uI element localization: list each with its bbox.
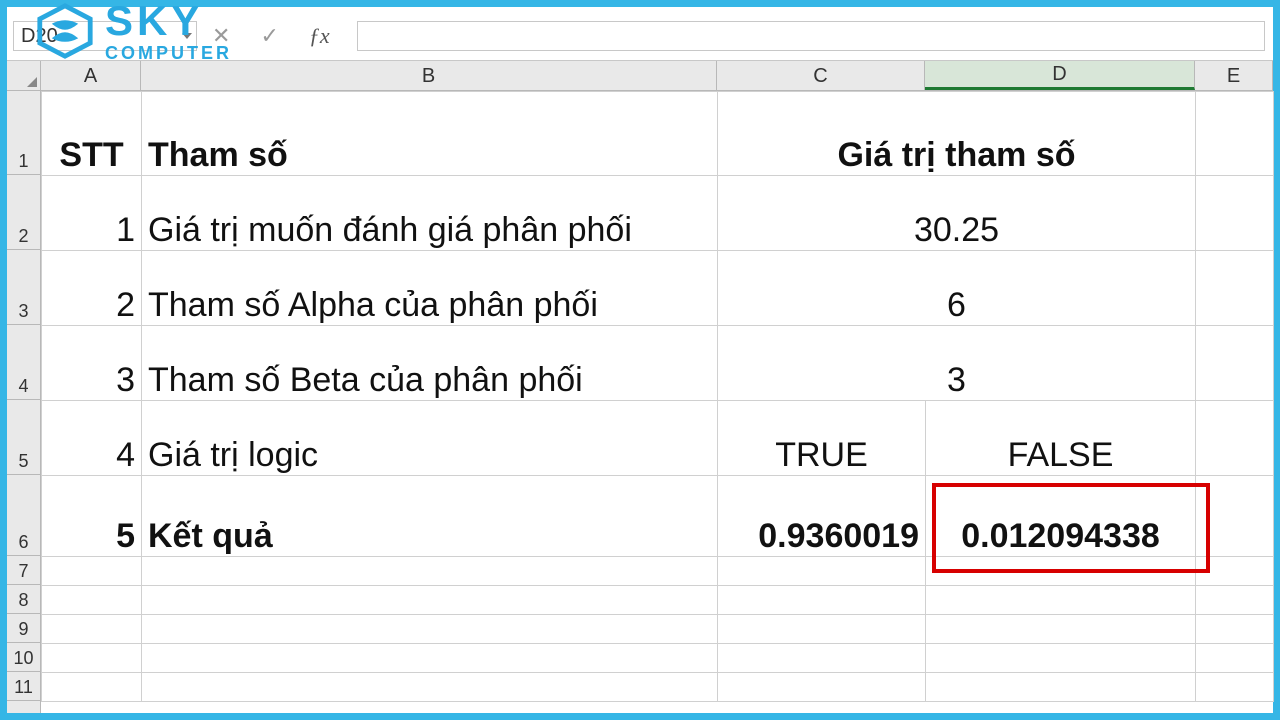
- row-header-7[interactable]: 7: [7, 556, 40, 585]
- cell-C7[interactable]: [718, 557, 926, 586]
- row-header-1[interactable]: 1: [7, 91, 40, 175]
- name-box-value: D20: [21, 25, 58, 48]
- row-header-10[interactable]: 10: [7, 643, 40, 672]
- cell-D8[interactable]: [926, 586, 1196, 615]
- cell-C6[interactable]: 0.9360019: [718, 476, 926, 557]
- cells-area[interactable]: STT Tham số Giá trị tham số 1 Giá trị mu…: [41, 91, 1274, 713]
- cell-B2[interactable]: Giá trị muốn đánh giá phân phối: [142, 176, 718, 251]
- cell-D10[interactable]: [926, 644, 1196, 673]
- cell-B8[interactable]: [142, 586, 718, 615]
- cell-E5[interactable]: [1196, 401, 1274, 476]
- cell-E4[interactable]: [1196, 326, 1274, 401]
- cell-B3[interactable]: Tham số Alpha của phân phối: [142, 251, 718, 326]
- cell-A1[interactable]: STT: [42, 92, 142, 176]
- cell-A7[interactable]: [42, 557, 142, 586]
- cell-C5[interactable]: TRUE: [718, 401, 926, 476]
- cell-E2[interactable]: [1196, 176, 1274, 251]
- col-header-B[interactable]: B: [141, 61, 717, 90]
- cell-A3[interactable]: 2: [42, 251, 142, 326]
- cell-E9[interactable]: [1196, 615, 1274, 644]
- cell-D9[interactable]: [926, 615, 1196, 644]
- cell-A4[interactable]: 3: [42, 326, 142, 401]
- row-header-4[interactable]: 4: [7, 325, 40, 400]
- cell-D7[interactable]: [926, 557, 1196, 586]
- cell-B11[interactable]: [142, 673, 718, 702]
- insert-function-icon[interactable]: ƒx: [309, 23, 330, 49]
- row-header-11[interactable]: 11: [7, 672, 40, 701]
- spreadsheet-grid[interactable]: STT Tham số Giá trị tham số 1 Giá trị mu…: [41, 91, 1274, 702]
- cell-B7[interactable]: [142, 557, 718, 586]
- row-headers: 1 2 3 4 5 6 7 8 9 10 11: [7, 91, 41, 713]
- row-header-3[interactable]: 3: [7, 250, 40, 325]
- cell-E7[interactable]: [1196, 557, 1274, 586]
- cell-D11[interactable]: [926, 673, 1196, 702]
- cell-A9[interactable]: [42, 615, 142, 644]
- cell-E3[interactable]: [1196, 251, 1274, 326]
- cell-B5[interactable]: Giá trị logic: [142, 401, 718, 476]
- cell-A10[interactable]: [42, 644, 142, 673]
- cell-A5[interactable]: 4: [42, 401, 142, 476]
- col-header-E[interactable]: E: [1195, 61, 1273, 90]
- column-headers: A B C D E: [7, 61, 1273, 91]
- row-header-6[interactable]: 6: [7, 475, 40, 556]
- cell-B10[interactable]: [142, 644, 718, 673]
- cell-E11[interactable]: [1196, 673, 1274, 702]
- cell-CD3[interactable]: 6: [718, 251, 1196, 326]
- cell-E6[interactable]: [1196, 476, 1274, 557]
- row-header-8[interactable]: 8: [7, 585, 40, 614]
- formula-bar-buttons: ✕ ✓ ƒx: [212, 21, 330, 51]
- cancel-icon[interactable]: ✕: [212, 23, 230, 49]
- formula-bar: D20 ✕ ✓ ƒx SKY COMPUTER: [7, 7, 1273, 61]
- cell-B4[interactable]: Tham số Beta của phân phối: [142, 326, 718, 401]
- name-box[interactable]: D20: [13, 21, 197, 51]
- col-header-C[interactable]: C: [717, 61, 925, 90]
- cell-C8[interactable]: [718, 586, 926, 615]
- col-header-A[interactable]: A: [41, 61, 141, 90]
- cell-E1[interactable]: [1196, 92, 1274, 176]
- cell-A11[interactable]: [42, 673, 142, 702]
- cell-A6[interactable]: 5: [42, 476, 142, 557]
- cell-D6[interactable]: 0.012094338: [926, 476, 1196, 557]
- cell-C9[interactable]: [718, 615, 926, 644]
- cell-E10[interactable]: [1196, 644, 1274, 673]
- cell-A2[interactable]: 1: [42, 176, 142, 251]
- cell-E8[interactable]: [1196, 586, 1274, 615]
- cell-A8[interactable]: [42, 586, 142, 615]
- row-header-9[interactable]: 9: [7, 614, 40, 643]
- cell-CD4[interactable]: 3: [718, 326, 1196, 401]
- cell-C11[interactable]: [718, 673, 926, 702]
- cell-B6[interactable]: Kết quả: [142, 476, 718, 557]
- cell-B1[interactable]: Tham số: [142, 92, 718, 176]
- cell-CD1[interactable]: Giá trị tham số: [718, 92, 1196, 176]
- col-header-D[interactable]: D: [925, 61, 1195, 90]
- select-all-corner[interactable]: [7, 61, 41, 90]
- row-header-5[interactable]: 5: [7, 400, 40, 475]
- row-header-2[interactable]: 2: [7, 175, 40, 250]
- cell-D5[interactable]: FALSE: [926, 401, 1196, 476]
- cell-B9[interactable]: [142, 615, 718, 644]
- cell-C10[interactable]: [718, 644, 926, 673]
- enter-icon[interactable]: ✓: [260, 23, 278, 49]
- name-box-dropdown-icon[interactable]: [182, 33, 192, 39]
- formula-input[interactable]: [357, 21, 1265, 51]
- cell-CD2[interactable]: 30.25: [718, 176, 1196, 251]
